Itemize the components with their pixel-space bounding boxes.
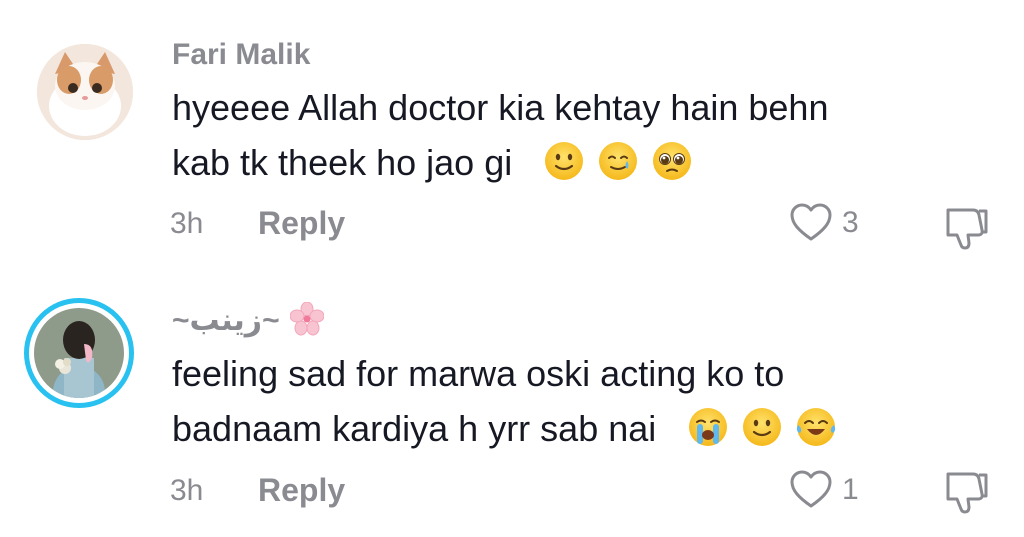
pleading-face-icon: [653, 142, 692, 180]
smiling-face-with-tear-icon: [599, 142, 638, 180]
comment-timestamp: 3h: [170, 474, 204, 507]
like-button[interactable]: 1: [788, 467, 898, 517]
comment-text-line: feeling sad for marwa oski acting ko to: [172, 353, 785, 394]
cherry-blossom-icon: [289, 301, 325, 336]
heart-icon: [790, 203, 832, 241]
comment-text: hyeeee Allah doctor kia kehtay hain behn…: [172, 80, 952, 190]
like-button[interactable]: 3: [788, 200, 898, 250]
heart-icon: [790, 470, 832, 508]
comment-username[interactable]: ~زینب~: [172, 301, 325, 338]
girl-avatar-icon: [34, 308, 124, 398]
comment-text-line-with-emojis: kab tk theek ho jao gi: [172, 135, 952, 190]
like-count: 1: [842, 473, 859, 506]
avatar[interactable]: [24, 298, 134, 408]
loudly-crying-face-icon: [689, 408, 728, 446]
comment-username[interactable]: Fari Malik: [172, 38, 310, 72]
comment-timestamp: 3h: [170, 207, 204, 240]
slightly-smiling-face-icon: [545, 142, 584, 180]
thumbs-down-icon: [946, 208, 988, 250]
avatar[interactable]: [37, 44, 133, 140]
dislike-button[interactable]: [940, 464, 994, 518]
reply-button[interactable]: Reply: [258, 205, 345, 242]
slightly-smiling-face-icon: [743, 408, 782, 446]
thumbs-down-icon: [946, 472, 988, 514]
reply-button[interactable]: Reply: [258, 472, 345, 509]
comment-item: Fari Malik hyeeee Allah doctor kia kehta…: [0, 0, 1024, 268]
comment-item: ~زینب~ feeling sad for marwa oski acting…: [0, 268, 1024, 536]
comment-text-line: badnaam kardiya h yrr sab nai: [172, 408, 657, 449]
comment-text-line: kab tk theek ho jao gi: [172, 142, 513, 183]
comment-text-line: hyeeee Allah doctor kia kehtay hain behn: [172, 87, 829, 128]
comment-text-line-with-emojis: badnaam kardiya h yrr sab nai: [172, 401, 952, 456]
dislike-button[interactable]: [940, 200, 994, 254]
like-count: 3: [842, 206, 859, 239]
comment-text: feeling sad for marwa oski acting ko to …: [172, 346, 952, 456]
comment-username-text: ~زینب~: [172, 304, 280, 337]
tears-of-joy-face-icon: [797, 408, 836, 446]
cat-avatar-icon: [37, 44, 133, 140]
